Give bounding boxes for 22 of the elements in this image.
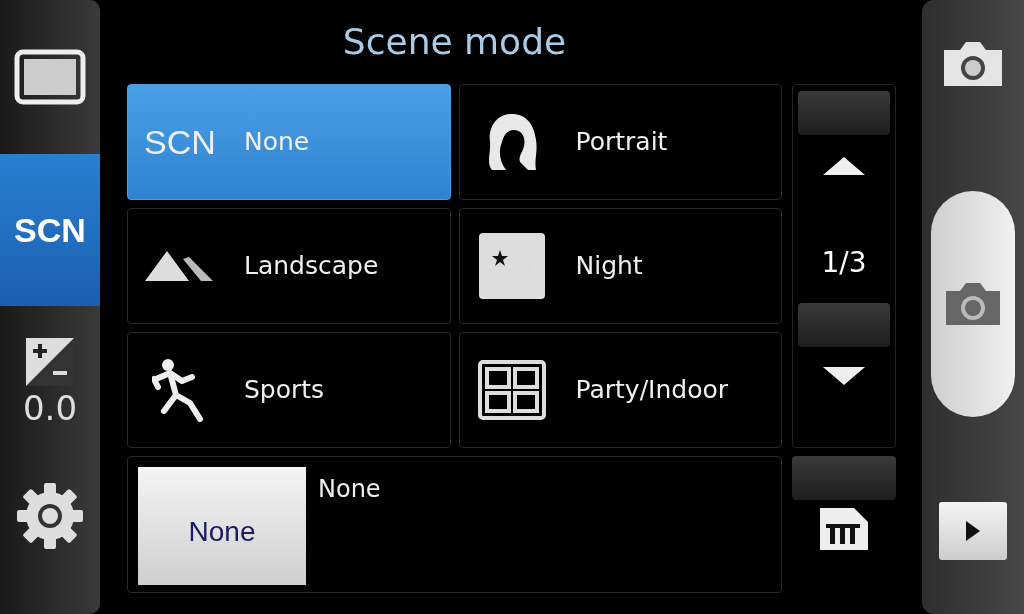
scene-mode-button[interactable]: SCN — [0, 154, 100, 306]
preview-caption: None — [318, 477, 381, 503]
mountains-icon — [145, 249, 215, 283]
settings-icon — [15, 481, 85, 551]
exposure-value: 0.0 — [22, 391, 78, 425]
exposure-icon — [25, 337, 75, 387]
scene-mode-icon: SCN — [144, 116, 216, 168]
aspect-ratio-icon — [14, 49, 86, 105]
down-arrow-icon[interactable] — [823, 367, 865, 385]
play-button[interactable] — [939, 502, 1007, 560]
exposure-button[interactable]: 0.0 — [0, 326, 100, 436]
scene-option[interactable]: Night — [458, 208, 782, 324]
thumbnail-label: None — [188, 515, 256, 549]
page-indicator: 1/3 — [821, 249, 867, 277]
grid-icon — [477, 360, 546, 420]
play-icon — [966, 521, 980, 541]
scene-option[interactable]: Landscape — [127, 208, 451, 324]
scene-option[interactable]: Portrait — [458, 84, 782, 200]
up-arrow-icon[interactable] — [823, 157, 865, 175]
screen-title: Scene mode — [342, 20, 567, 64]
scene-option[interactable]: Party/Indoor — [458, 332, 782, 448]
scene-option[interactable]: Sports — [127, 332, 451, 448]
